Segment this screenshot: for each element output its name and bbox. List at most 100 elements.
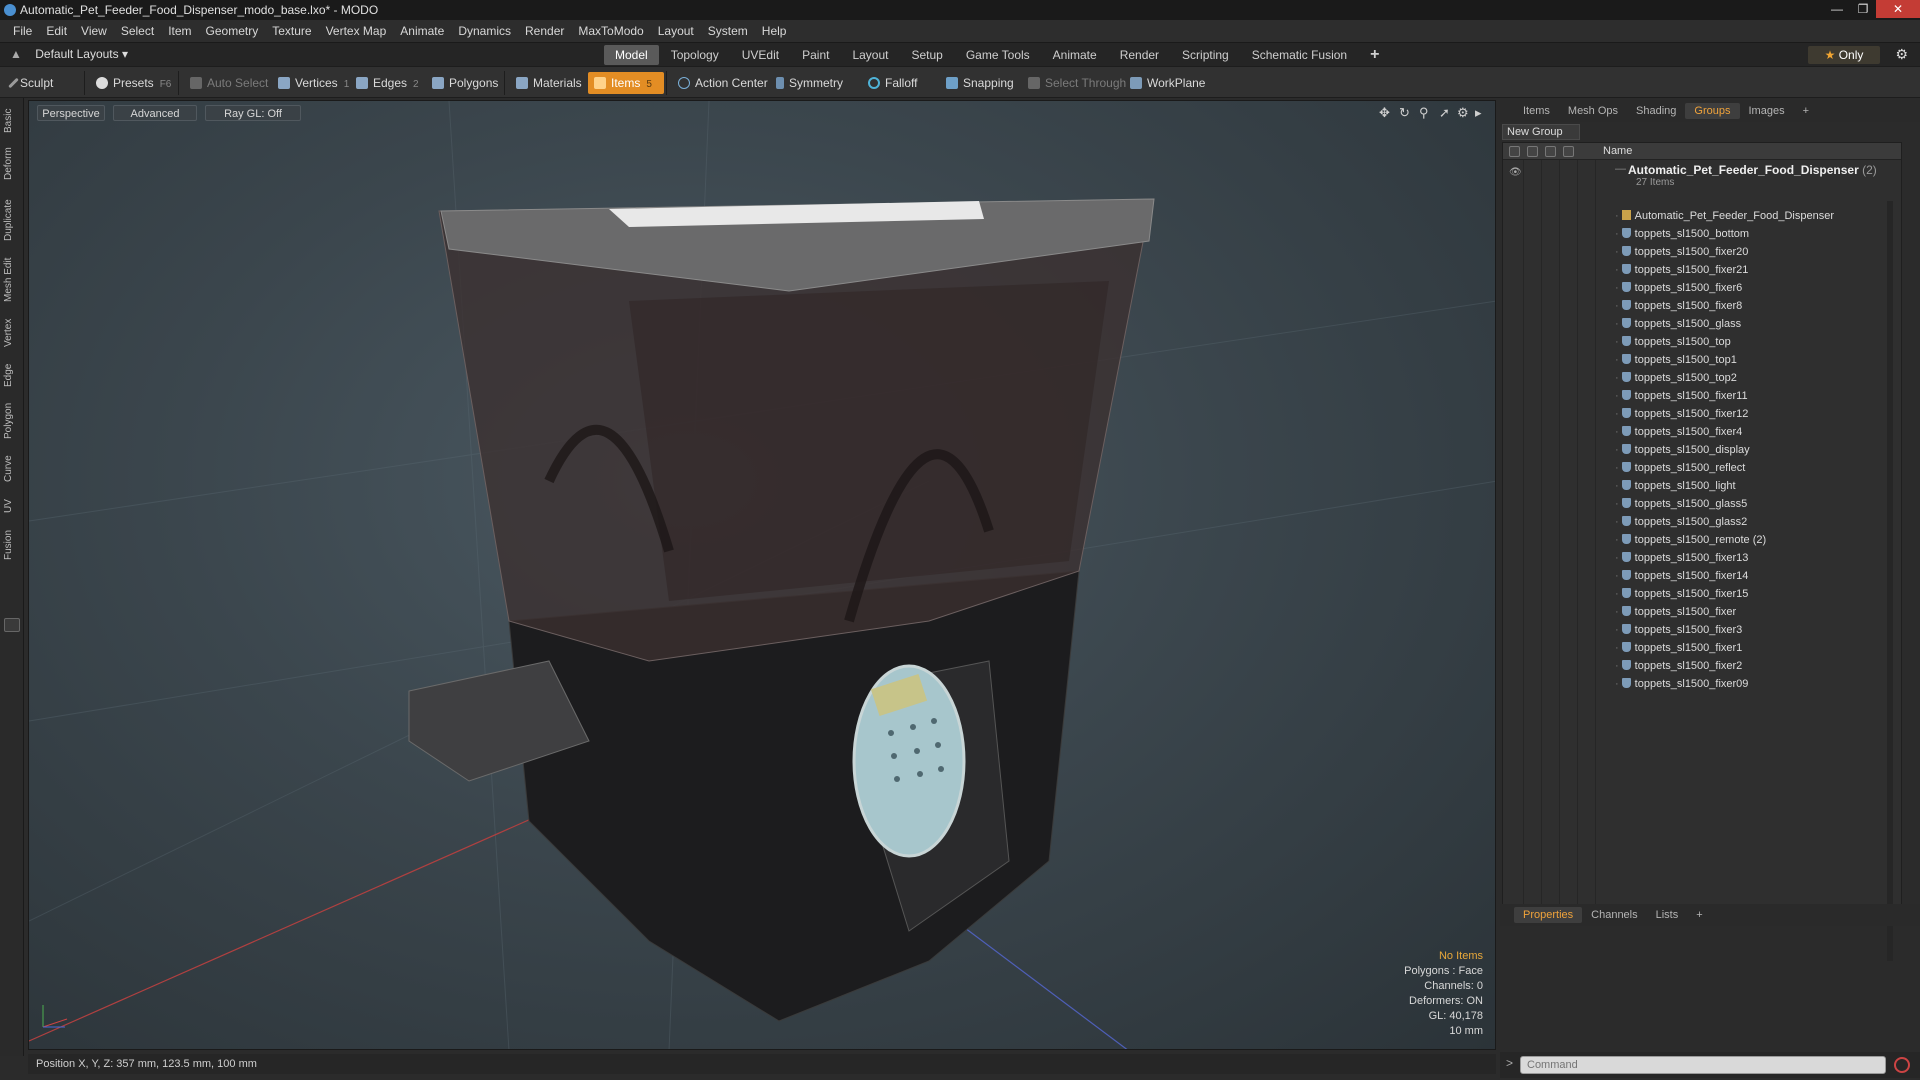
sculpt-button[interactable]: Sculpt: [6, 72, 59, 94]
add-bottom-tab-button[interactable]: +: [1687, 907, 1711, 923]
gear-icon[interactable]: ⚙: [1895, 46, 1908, 63]
name-column-header[interactable]: Name: [1603, 145, 1632, 157]
viewport-menu-icon[interactable]: ▸: [1475, 105, 1482, 121]
menu-vertex-map[interactable]: Vertex Map: [319, 24, 394, 38]
menu-layout[interactable]: Layout: [651, 24, 701, 38]
zoom-icon[interactable]: ⚲: [1419, 105, 1429, 121]
rotate-icon[interactable]: ↻: [1399, 105, 1410, 121]
list-item[interactable]: · toppets_sl1500_glass2: [1503, 513, 1901, 531]
symmetry-button[interactable]: Symmetry: [770, 72, 849, 94]
list-item[interactable]: · toppets_sl1500_reflect: [1503, 459, 1901, 477]
list-item[interactable]: · toppets_sl1500_fixer20: [1503, 243, 1901, 261]
tab-shading[interactable]: Shading: [1627, 103, 1685, 119]
new-group-button[interactable]: New Group: [1502, 124, 1580, 140]
add-panel-tab-button[interactable]: +: [1794, 103, 1818, 119]
render-column-icon[interactable]: [1527, 146, 1538, 157]
list-item[interactable]: · toppets_sl1500_fixer21: [1503, 261, 1901, 279]
3d-viewport[interactable]: Perspective Advanced Ray GL: Off ✥ ↻ ⚲ ➚…: [28, 100, 1496, 1050]
list-item[interactable]: · toppets_sl1500_fixer: [1503, 603, 1901, 621]
list-item[interactable]: · toppets_sl1500_bottom: [1503, 225, 1901, 243]
list-item[interactable]: · toppets_sl1500_fixer2: [1503, 657, 1901, 675]
items-button[interactable]: Items 5: [588, 72, 664, 94]
tab-layout[interactable]: Layout: [841, 45, 899, 65]
list-item[interactable]: · toppets_sl1500_display: [1503, 441, 1901, 459]
menu-view[interactable]: View: [74, 24, 114, 38]
menu-item[interactable]: Item: [161, 24, 198, 38]
tab-scripting[interactable]: Scripting: [1171, 45, 1240, 65]
maximize-button[interactable]: ❐: [1850, 0, 1876, 18]
list-item[interactable]: · toppets_sl1500_fixer15: [1503, 585, 1901, 603]
tab-setup[interactable]: Setup: [900, 45, 953, 65]
pan-icon[interactable]: ✥: [1379, 105, 1390, 121]
close-button[interactable]: ✕: [1876, 0, 1920, 18]
tab-schematic-fusion[interactable]: Schematic Fusion: [1241, 45, 1358, 65]
left-tab-vertex[interactable]: Vertex: [3, 314, 21, 352]
tab-animate[interactable]: Animate: [1042, 45, 1108, 65]
vertices-button[interactable]: Vertices 1: [272, 72, 355, 94]
list-item[interactable]: · toppets_sl1500_light: [1503, 477, 1901, 495]
left-tab-basic[interactable]: Basic: [3, 104, 21, 138]
scene-render[interactable]: [29, 101, 1496, 1050]
list-item[interactable]: · toppets_sl1500_fixer3: [1503, 621, 1901, 639]
list-item[interactable]: · toppets_sl1500_glass5: [1503, 495, 1901, 513]
minimize-button[interactable]: —: [1824, 0, 1850, 18]
list-item[interactable]: · toppets_sl1500_fixer09: [1503, 675, 1901, 693]
tab-uvedit[interactable]: UVEdit: [731, 45, 790, 65]
add-tab-button[interactable]: +: [1359, 45, 1390, 65]
menu-system[interactable]: System: [701, 24, 755, 38]
layout-pin-icon[interactable]: ▲: [10, 47, 22, 61]
tab-render[interactable]: Render: [1109, 45, 1170, 65]
list-item[interactable]: · toppets_sl1500_top2: [1503, 369, 1901, 387]
action-center-button[interactable]: Action Center: [672, 72, 774, 94]
list-item[interactable]: · toppets_sl1500_remote (2): [1503, 531, 1901, 549]
list-item[interactable]: · toppets_sl1500_fixer13: [1503, 549, 1901, 567]
tab-groups[interactable]: Groups: [1685, 103, 1740, 119]
collapse-icon[interactable]: —: [1615, 163, 1626, 175]
list-item[interactable]: · toppets_sl1500_fixer1: [1503, 639, 1901, 657]
left-tab-fusion[interactable]: Fusion: [3, 526, 21, 564]
stop-icon[interactable]: [1894, 1057, 1910, 1073]
tab-items[interactable]: Items: [1514, 103, 1559, 119]
materials-button[interactable]: Materials: [510, 72, 588, 94]
tab-images[interactable]: Images: [1740, 103, 1794, 119]
tab-model[interactable]: Model: [604, 45, 659, 65]
left-tab-polygon[interactable]: Polygon: [3, 398, 21, 444]
select-through-button[interactable]: Select Through: [1022, 72, 1132, 94]
list-item[interactable]: · toppets_sl1500_fixer4: [1503, 423, 1901, 441]
left-tab-curve[interactable]: Curve: [3, 452, 21, 486]
command-input[interactable]: [1520, 1056, 1886, 1074]
polygons-button[interactable]: Polygons: [426, 72, 504, 94]
list-item[interactable]: · toppets_sl1500_fixer12: [1503, 405, 1901, 423]
list-item[interactable]: · toppets_sl1500_top: [1503, 333, 1901, 351]
menu-edit[interactable]: Edit: [39, 24, 74, 38]
edges-button[interactable]: Edges 2: [350, 72, 425, 94]
list-item[interactable]: · toppets_sl1500_fixer14: [1503, 567, 1901, 585]
viewport-gear-icon[interactable]: ⚙: [1457, 105, 1469, 121]
menu-render[interactable]: Render: [518, 24, 571, 38]
tab-game-tools[interactable]: Game Tools: [955, 45, 1041, 65]
menu-texture[interactable]: Texture: [265, 24, 318, 38]
menu-file[interactable]: File: [6, 24, 39, 38]
left-tab-uv[interactable]: UV: [3, 494, 21, 518]
left-tab-mesh-edit[interactable]: Mesh Edit: [3, 254, 21, 306]
tab-mesh-ops[interactable]: Mesh Ops: [1559, 103, 1627, 119]
ray-gl-toggle[interactable]: Ray GL: Off: [205, 105, 301, 121]
menu-animate[interactable]: Animate: [393, 24, 451, 38]
group-row[interactable]: 👁 — Automatic_Pet_Feeder_Food_Dispenser …: [1503, 161, 1901, 191]
view-mode-dropdown[interactable]: Perspective: [37, 105, 105, 121]
tab-properties[interactable]: Properties: [1514, 907, 1583, 923]
list-item[interactable]: · toppets_sl1500_top1: [1503, 351, 1901, 369]
visibility-column-icon[interactable]: [1509, 146, 1520, 157]
left-tab-deform[interactable]: Deform: [3, 144, 21, 184]
eye-icon[interactable]: 👁: [1509, 167, 1522, 178]
tree-scrollbar[interactable]: [1887, 201, 1893, 961]
falloff-button[interactable]: Falloff: [862, 72, 923, 94]
tab-paint[interactable]: Paint: [791, 45, 840, 65]
tab-lists[interactable]: Lists: [1647, 907, 1688, 923]
lock-column-icon[interactable]: [1545, 146, 1556, 157]
menu-maxtomodo[interactable]: MaxToModo: [571, 24, 650, 38]
snapping-button[interactable]: Snapping: [940, 72, 1020, 94]
menu-dynamics[interactable]: Dynamics: [451, 24, 518, 38]
list-item[interactable]: · toppets_sl1500_glass: [1503, 315, 1901, 333]
tab-channels[interactable]: Channels: [1582, 907, 1646, 923]
